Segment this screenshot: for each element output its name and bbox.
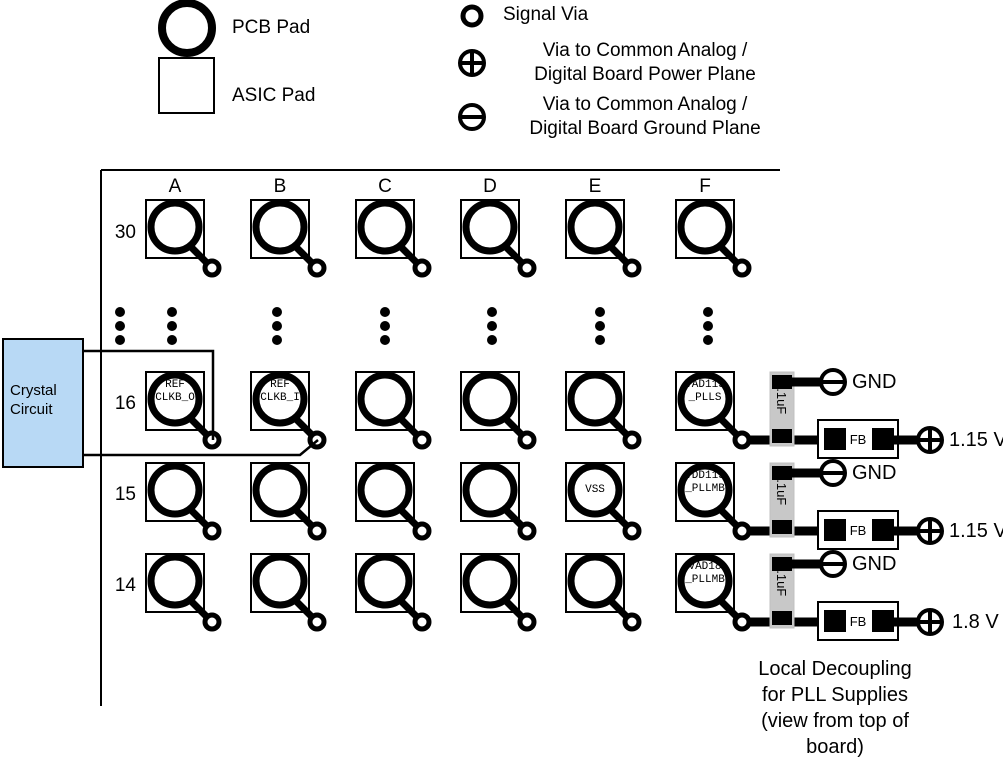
- decoupling-caption-line1: Local Decoupling: [758, 658, 912, 680]
- diagram-canvas: PCB Pad ASIC Pad Signal Via Via to Commo…: [0, 0, 1003, 771]
- legend-ground-via-label-line2: Digital Board Ground Plane: [529, 118, 761, 139]
- gnd-label-1: GND: [852, 371, 897, 393]
- legend-pcb-pad-symbol: [158, 0, 216, 57]
- legend-power-via-symbol: [458, 49, 486, 77]
- ellipsis-dots-row: [115, 307, 713, 345]
- capacitor-label-2: 0.1uF: [774, 472, 789, 506]
- gnd-label-3: GND: [852, 553, 897, 575]
- crystal-circuit-label-line2: Circuit: [10, 401, 53, 418]
- pad-label-16b: REF CLKB_I: [260, 379, 300, 404]
- ferrite-bead-label-2: FB: [849, 523, 867, 538]
- power-rail-label-1: 1.15 V: [949, 429, 1003, 451]
- column-header-e: E: [588, 176, 602, 197]
- pad-label-15f: VDD115 _PLLMB: [685, 470, 725, 495]
- decoupling-caption-line4: board): [806, 736, 864, 758]
- legend-power-via-label-line2: Digital Board Power Plane: [534, 64, 756, 85]
- pad-label-15e: VSS: [585, 484, 605, 496]
- decoupling-caption-line2: for PLL Supplies: [761, 684, 908, 706]
- pad-label-16f: VAD115 _PLLS: [685, 379, 725, 404]
- ferrite-bead-label-3: FB: [849, 614, 867, 629]
- column-header-f: F: [699, 176, 711, 197]
- pad-row-15: [146, 463, 749, 538]
- crystal-circuit-label-line1: Crystal: [10, 382, 57, 399]
- row-label-15: 15: [114, 484, 136, 505]
- capacitor-label-1: 0.1uF: [774, 381, 789, 415]
- pad-label-14f: VAD18 _PLLMB: [685, 561, 725, 586]
- decoupling-caption-line3: (view from top of: [761, 710, 909, 732]
- crystal-trace-clkb-i: [83, 439, 319, 457]
- row-label-16: 16: [114, 393, 136, 414]
- pad-row-30: [146, 200, 749, 275]
- legend-ground-via-label-line1: Via to Common Analog /: [542, 94, 748, 115]
- ferrite-bead-label-1: FB: [849, 432, 867, 447]
- row-label-30: 30: [114, 222, 136, 243]
- legend-signal-via-symbol: [463, 7, 481, 25]
- gnd-label-2: GND: [852, 462, 897, 484]
- row-label-14: 14: [114, 575, 136, 596]
- column-header-b: B: [273, 176, 287, 197]
- power-rail-label-3: 1.8 V: [952, 611, 999, 633]
- legend-asic-pad-label: ASIC Pad: [232, 85, 316, 106]
- column-header-c: C: [378, 176, 392, 197]
- capacitor-label-3: 0.1uF: [774, 563, 789, 597]
- legend-asic-pad-symbol: [158, 57, 215, 114]
- legend-power-via-label-line1: Via to Common Analog /: [542, 40, 748, 61]
- power-rail-label-2: 1.15 V: [949, 520, 1003, 542]
- pad-row-14: [146, 554, 749, 629]
- column-header-d: D: [483, 176, 497, 197]
- legend-ground-via-symbol: [458, 103, 486, 131]
- column-header-a: A: [168, 176, 182, 197]
- legend-signal-via-label: Signal Via: [503, 4, 589, 25]
- pad-label-16a: REF CLKB_O: [155, 379, 195, 404]
- pad-row-16: [146, 372, 749, 447]
- legend-pcb-pad-label: PCB Pad: [232, 17, 311, 38]
